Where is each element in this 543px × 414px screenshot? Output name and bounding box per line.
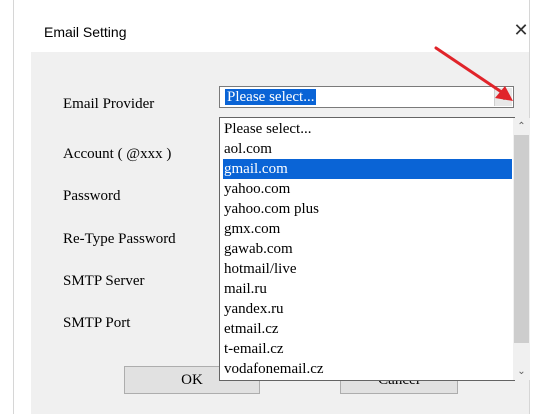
email-provider-label: Email Provider — [63, 96, 155, 112]
scrollbar-thumb[interactable] — [514, 135, 529, 343]
scroll-up-icon[interactable]: ⌃ — [513, 118, 530, 135]
smtp-port-label: SMTP Port — [63, 315, 131, 331]
dropdown-scrollbar[interactable]: ⌃ ⌄ — [513, 118, 530, 380]
dropdown-option[interactable]: vodafonemail.cz — [224, 359, 512, 379]
email-provider-selected-value: Please select... — [223, 88, 318, 106]
dropdown-option[interactable]: Please select... — [224, 119, 512, 139]
retype-password-label: Re-Type Password — [63, 231, 176, 247]
dropdown-option[interactable]: hotmail/live — [224, 259, 512, 279]
dropdown-option[interactable]: mail.ru — [224, 279, 512, 299]
dropdown-option[interactable]: t-email.cz — [224, 339, 512, 359]
dialog-title: Email Setting — [44, 24, 127, 40]
dropdown-option[interactable]: gawab.com — [224, 239, 512, 259]
account-label: Account ( @xxx ) — [63, 146, 172, 162]
dropdown-option[interactable]: gmx.com — [224, 219, 512, 239]
email-provider-select[interactable]: Please select... — [219, 86, 514, 108]
close-icon[interactable]: ✕ — [510, 18, 532, 44]
dropdown-option[interactable]: yandex.ru — [224, 299, 512, 319]
title-bar: Email Setting ✕ — [14, 0, 529, 52]
screenshot-canvas: Email Setting ✕ Email Provider Account (… — [0, 0, 543, 414]
dropdown-option[interactable]: etmail.cz — [224, 319, 512, 339]
chevron-down-icon[interactable] — [494, 88, 512, 106]
scroll-down-icon[interactable]: ⌄ — [513, 363, 530, 380]
dropdown-option[interactable]: yahoo.com plus — [224, 199, 512, 219]
password-label: Password — [63, 188, 121, 204]
dropdown-option[interactable]: aol.com — [224, 139, 512, 159]
dropdown-option[interactable]: yahoo.com — [224, 179, 512, 199]
email-provider-dropdown-list[interactable]: Please select... aol.com gmail.com yahoo.co… — [219, 117, 515, 381]
dropdown-option[interactable]: gmail.com — [223, 159, 512, 179]
smtp-server-label: SMTP Server — [63, 273, 145, 289]
